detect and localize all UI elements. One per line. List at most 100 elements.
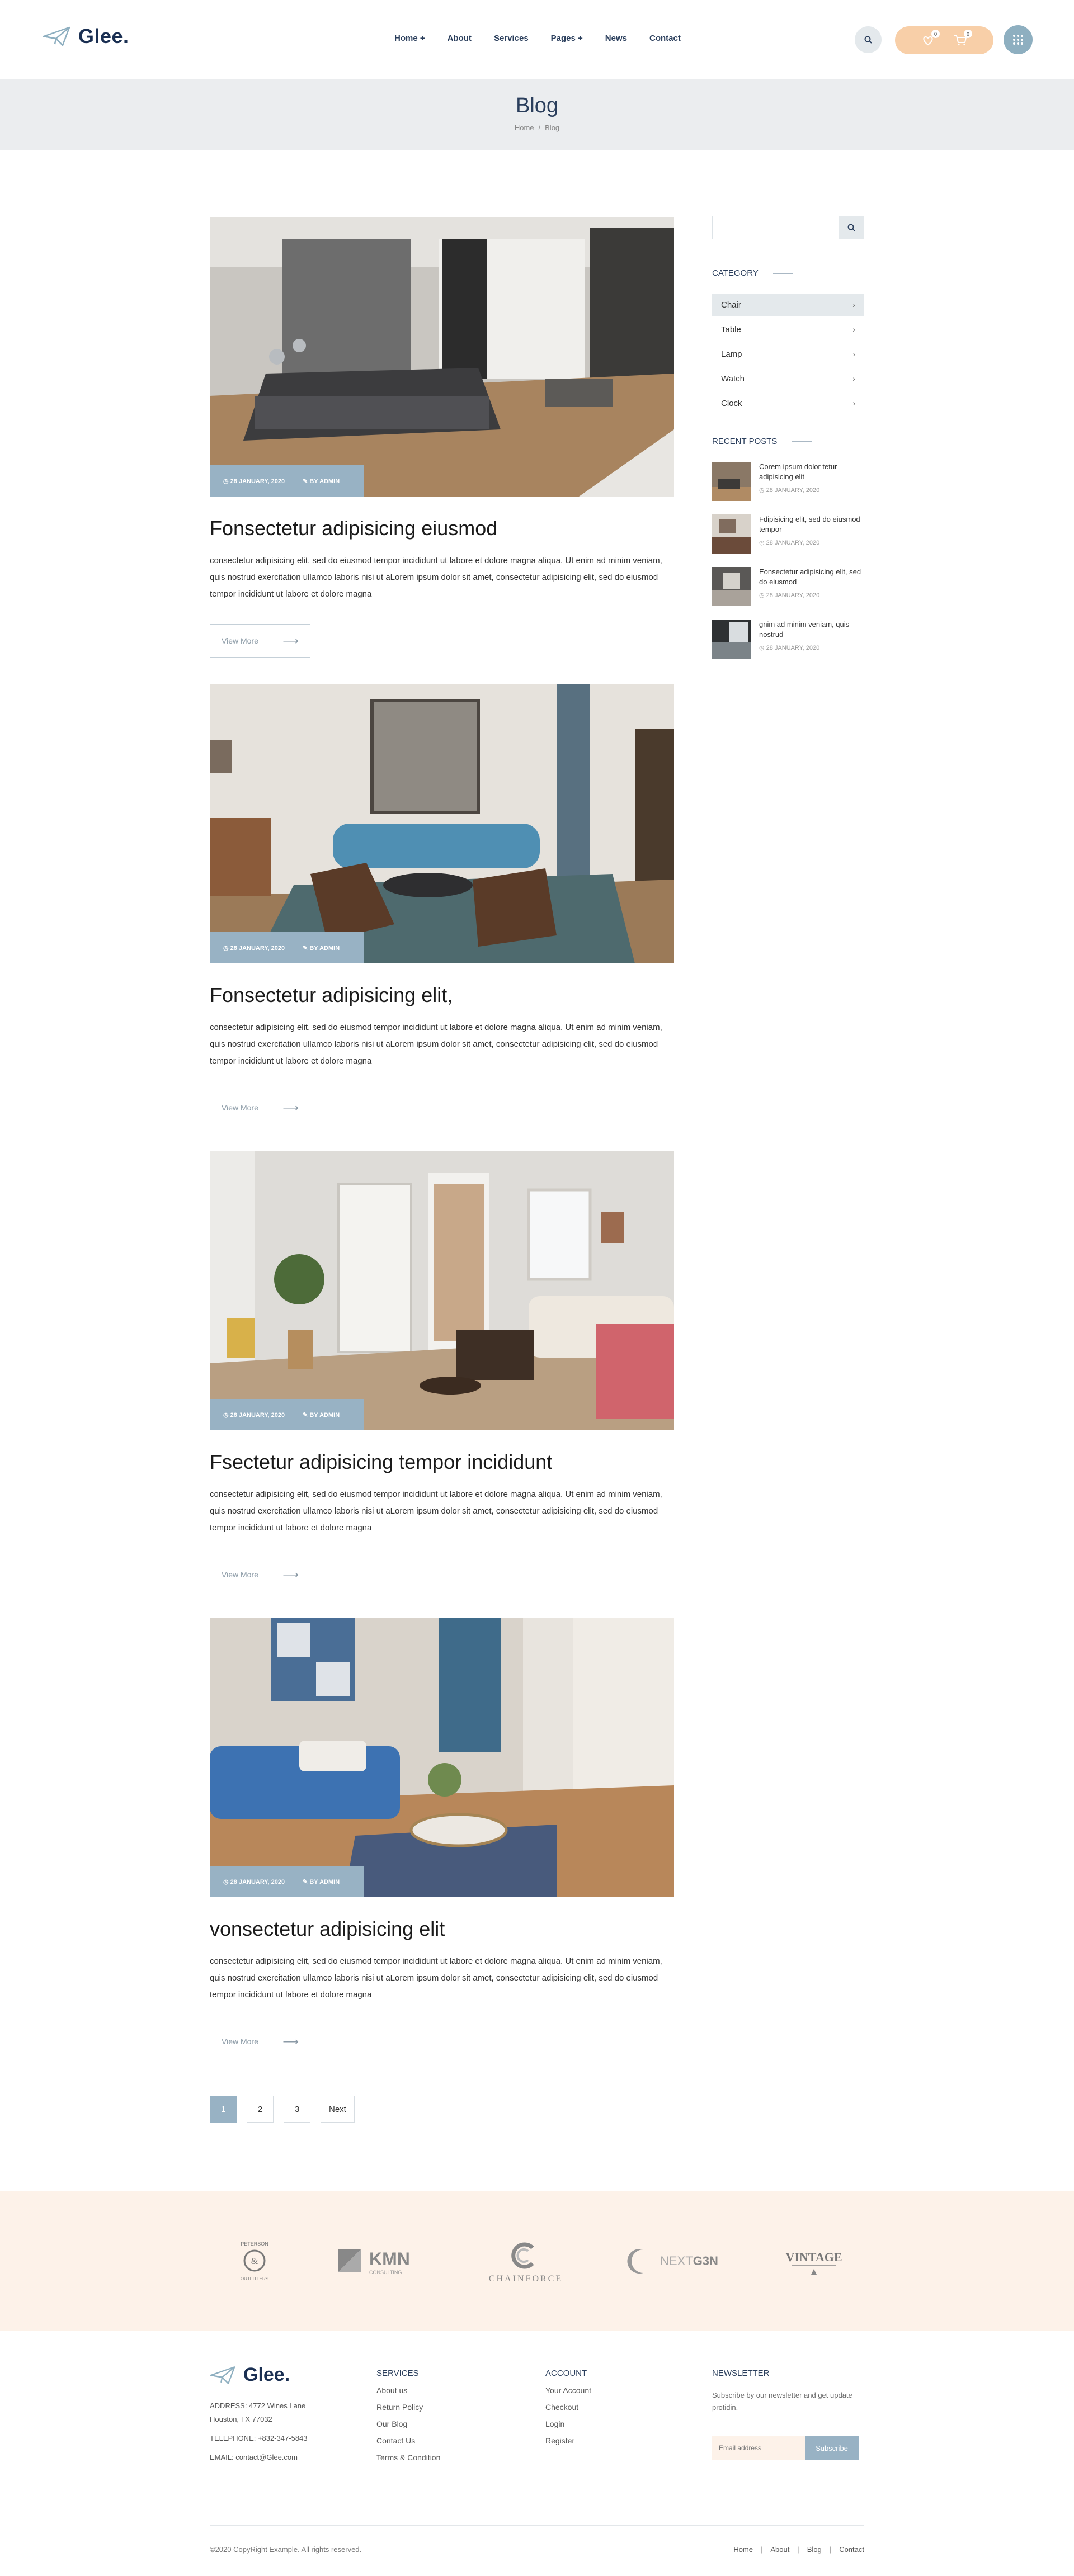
category-watch[interactable]: Watch › xyxy=(712,367,864,390)
breadcrumb-home[interactable]: Home xyxy=(515,124,534,132)
recent-post[interactable]: gnim ad minim veniam, quis nostrud ◷ 28 … xyxy=(712,620,864,659)
header-search-button[interactable] xyxy=(855,26,882,53)
footer-account: ACCOUNT Your Account Checkout Login Regi… xyxy=(545,2364,591,2445)
recent-post-thumbnail[interactable] xyxy=(712,567,751,606)
blog-post: ◷ 28 JANUARY, 2020 ✎ BY ADMIN Fonsectetu… xyxy=(210,684,674,1124)
paper-plane-icon xyxy=(210,2366,235,2384)
page-2[interactable]: 2 xyxy=(247,2096,274,2123)
footer-link-return-policy[interactable]: Return Policy xyxy=(376,2403,440,2412)
brand-logos: & PETERSON OUTFITTERS KMN CONSULTING CHA… xyxy=(0,2191,1074,2331)
recent-post-title[interactable]: Eonsectetur adipisicing elit, sed do eiu… xyxy=(759,567,864,587)
recent-post-thumbnail[interactable] xyxy=(712,620,751,659)
category-table[interactable]: Table › xyxy=(712,318,864,341)
blog-post: ◷ 28 JANUARY, 2020 ✎ BY ADMIN Fonsectetu… xyxy=(210,217,674,658)
recent-post-thumbnail[interactable] xyxy=(712,462,751,501)
footer-logo[interactable]: Glee. xyxy=(210,2364,308,2386)
post-title[interactable]: Fonsectetur adipisicing eiusmod xyxy=(210,517,674,540)
category-chair[interactable]: Chair › xyxy=(712,294,864,316)
view-more-button[interactable]: View More ⟶ xyxy=(210,1091,310,1124)
post-excerpt: consectetur adipisicing elit, sed do eiu… xyxy=(210,1490,662,1533)
recent-post-date: ◷ 28 JANUARY, 2020 xyxy=(759,645,820,651)
post-image[interactable]: ◷ 28 JANUARY, 2020 ✎ BY ADMIN xyxy=(210,684,674,963)
post-meta: ◷ 28 JANUARY, 2020 ✎ BY ADMIN xyxy=(210,1866,364,1897)
nav-pages[interactable]: Pages + xyxy=(551,34,583,43)
footer-divider xyxy=(210,2525,864,2526)
main-nav: Home + About Services Pages + News Conta… xyxy=(394,34,703,43)
recent-post-title[interactable]: gnim ad minim veniam, quis nostrud xyxy=(759,620,864,640)
sidebar-search-button[interactable] xyxy=(839,216,864,239)
footer-link-terms[interactable]: Terms & Condition xyxy=(376,2453,440,2462)
breadcrumb-separator: / xyxy=(538,124,541,132)
nav-news[interactable]: News xyxy=(605,34,627,43)
category-heading: CATEGORY xyxy=(712,268,864,278)
arrow-right-icon: ⟶ xyxy=(282,1568,299,1581)
post-image[interactable]: ◷ 28 JANUARY, 2020 ✎ BY ADMIN xyxy=(210,217,674,497)
category-clock[interactable]: Clock › xyxy=(712,392,864,414)
footer-contact: Glee. ADDRESS: 4772 Wines Lane Houston, … xyxy=(210,2364,308,2464)
recent-post[interactable]: Fdipisicing elit, sed do eiusmod tempor … xyxy=(712,514,864,554)
nav-services[interactable]: Services xyxy=(494,34,529,43)
wishlist-button[interactable]: 0 xyxy=(921,30,940,46)
post-date: ◷ 28 JANUARY, 2020 xyxy=(223,1878,285,1885)
sidebar-search-input[interactable] xyxy=(713,216,839,239)
view-more-label: View More xyxy=(222,1103,258,1112)
post-image[interactable]: ◷ 28 JANUARY, 2020 ✎ BY ADMIN xyxy=(210,1151,674,1430)
breadcrumb: Home / Blog xyxy=(0,124,1074,132)
post-title[interactable]: Fsectetur adipisicing tempor incididunt xyxy=(210,1450,674,1474)
view-more-button[interactable]: View More ⟶ xyxy=(210,624,310,658)
view-more-button[interactable]: View More ⟶ xyxy=(210,1558,310,1591)
post-author: ✎ BY ADMIN xyxy=(303,944,340,952)
recent-post-thumbnail[interactable] xyxy=(712,514,751,554)
post-image[interactable]: ◷ 28 JANUARY, 2020 ✎ BY ADMIN xyxy=(210,1618,674,1897)
footer-city: Houston, TX 77032 xyxy=(210,2415,272,2423)
nav-contact[interactable]: Contact xyxy=(649,34,681,43)
svg-text:VINTAGE: VINTAGE xyxy=(785,2250,842,2264)
footer-link-blog[interactable]: Our Blog xyxy=(376,2419,440,2428)
search-icon xyxy=(864,36,872,44)
bottom-link-contact[interactable]: Contact xyxy=(839,2545,864,2554)
footer-link-about[interactable]: About us xyxy=(376,2386,440,2395)
svg-text:&: & xyxy=(251,2257,258,2266)
post-date: ◷ 28 JANUARY, 2020 xyxy=(223,944,285,952)
bottom-link-blog[interactable]: Blog xyxy=(807,2545,822,2554)
nav-about[interactable]: About xyxy=(447,34,472,43)
bottom-link-about[interactable]: About xyxy=(770,2545,789,2554)
post-title[interactable]: Fonsectetur adipisicing elit, xyxy=(210,984,674,1007)
bedroom-image xyxy=(210,217,674,497)
svg-text:CONSULTING: CONSULTING xyxy=(369,2270,402,2275)
category-lamp[interactable]: Lamp › xyxy=(712,343,864,365)
paper-plane-icon xyxy=(43,26,70,46)
footer-link-checkout[interactable]: Checkout xyxy=(545,2403,591,2412)
post-author: ✎ BY ADMIN xyxy=(303,478,340,485)
newsletter-email-input[interactable] xyxy=(712,2436,805,2460)
recent-post[interactable]: Eonsectetur adipisicing elit, sed do eiu… xyxy=(712,567,864,606)
post-author: ✎ BY ADMIN xyxy=(303,1878,340,1885)
menu-grid-button[interactable] xyxy=(1004,25,1033,54)
next-page[interactable]: Next xyxy=(321,2096,355,2123)
search-icon xyxy=(847,224,855,231)
footer-link-contact[interactable]: Contact Us xyxy=(376,2436,440,2445)
bottom-link-home[interactable]: Home xyxy=(733,2545,753,2554)
view-more-button[interactable]: View More ⟶ xyxy=(210,2025,310,2058)
recent-post[interactable]: Corem ipsum dolor tetur adipisicing elit… xyxy=(712,462,864,501)
page-1[interactable]: 1 xyxy=(210,2096,237,2123)
arrow-right-icon: ⟶ xyxy=(282,2035,299,2048)
page-3[interactable]: 3 xyxy=(284,2096,310,2123)
footer-link-account[interactable]: Your Account xyxy=(545,2386,591,2395)
recent-post-date: ◷ 28 JANUARY, 2020 xyxy=(759,592,820,599)
subscribe-button[interactable]: Subscribe xyxy=(805,2436,859,2460)
brand-kmn-logo: KMN CONSULTING xyxy=(336,2244,425,2277)
nav-home[interactable]: Home + xyxy=(394,34,425,43)
view-more-label: View More xyxy=(222,636,258,645)
blue-sofa-image xyxy=(210,1618,674,1897)
post-title[interactable]: vonsectetur adipisicing elit xyxy=(210,1917,674,1941)
logo[interactable]: Glee. xyxy=(43,25,129,48)
footer-link-login[interactable]: Login xyxy=(545,2419,591,2428)
arrow-right-icon: ⟶ xyxy=(282,635,299,647)
post-meta: ◷ 28 JANUARY, 2020 ✎ BY ADMIN xyxy=(210,1399,364,1430)
recent-post-title[interactable]: Fdipisicing elit, sed do eiusmod tempor xyxy=(759,514,864,535)
breadcrumb-current: Blog xyxy=(545,124,560,132)
footer-link-register[interactable]: Register xyxy=(545,2436,591,2445)
cart-button[interactable]: 0 xyxy=(953,30,972,46)
recent-post-title[interactable]: Corem ipsum dolor tetur adipisicing elit xyxy=(759,462,864,482)
